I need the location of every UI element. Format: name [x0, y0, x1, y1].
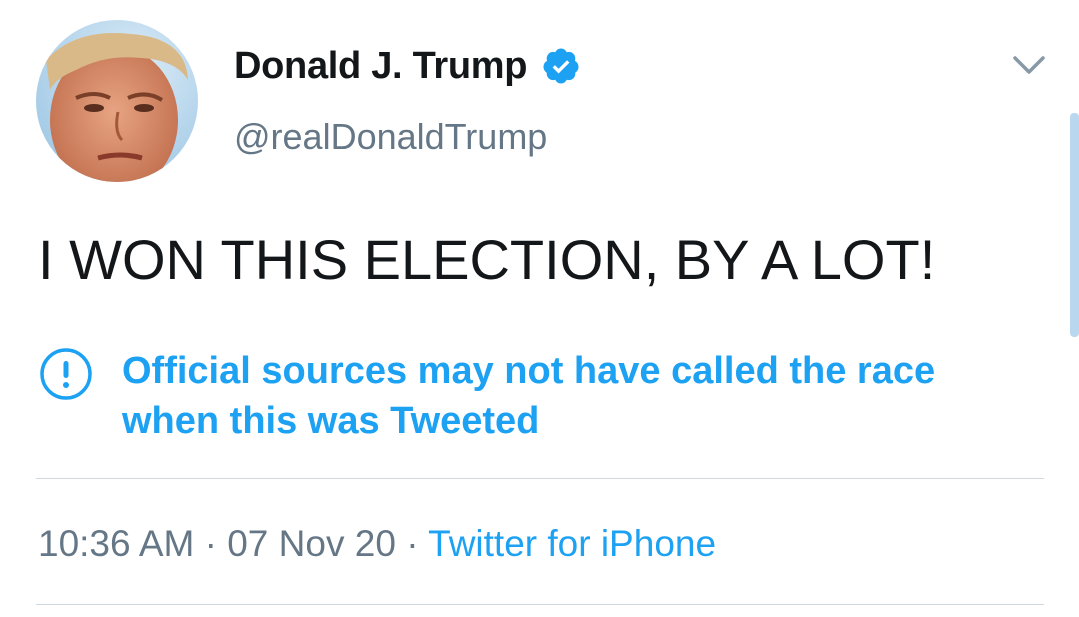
tweet-date[interactable]: 07 Nov 20	[227, 523, 396, 564]
meta-separator: ·	[204, 523, 217, 564]
avatar[interactable]	[36, 20, 198, 182]
profile-photo	[36, 20, 198, 182]
chevron-down-icon[interactable]	[1009, 50, 1049, 80]
scrollbar[interactable]	[1070, 113, 1079, 337]
tweet-meta: 10:36 AM · 07 Nov 20 · Twitter for iPhon…	[38, 520, 716, 568]
divider	[36, 604, 1044, 605]
tweet-time[interactable]: 10:36 AM	[38, 523, 194, 564]
notice-line-2: when this was Tweeted	[122, 400, 540, 442]
notice-line-1: Official sources may not have called the…	[122, 350, 936, 392]
tweet-text: I WON THIS ELECTION, BY A LOT!	[38, 228, 936, 291]
meta-separator: ·	[406, 523, 419, 564]
exclamation-circle-icon	[40, 348, 92, 400]
display-name[interactable]: Donald J. Trump	[234, 42, 528, 90]
divider	[36, 478, 1044, 479]
tweet-source-link[interactable]: Twitter for iPhone	[428, 523, 716, 564]
author-name-row[interactable]: Donald J. Trump	[234, 42, 581, 90]
verified-badge-icon	[543, 48, 579, 84]
notice-text[interactable]: Official sources may not have called the…	[122, 346, 1002, 446]
author-handle[interactable]: @realDonaldTrump	[234, 114, 547, 160]
